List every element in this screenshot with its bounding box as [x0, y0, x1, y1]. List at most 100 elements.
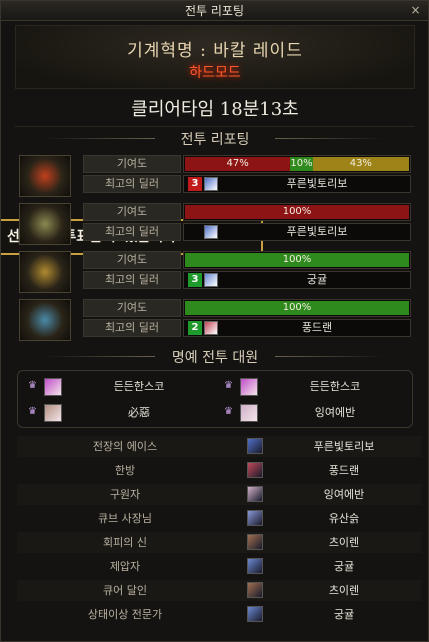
dealer-rank-badge: 3 [188, 177, 202, 191]
section-title-report: 전투 리포팅 [15, 129, 415, 148]
award-title: 상태이상 전문가 [87, 608, 163, 621]
award-title: 한방 [114, 464, 136, 477]
crown-icon: ♛ [28, 380, 37, 391]
battle-report-window: 전투 리포팅 × 기계혁명 : 바칼 레이드 하드모드 클리어타임 18분13초… [0, 0, 429, 642]
award-player-name: 풍드랜 [328, 464, 360, 477]
contribution-segment: 100% [185, 253, 409, 267]
best-dealer-box: 푸른빛토리보 [183, 223, 411, 241]
dealer-name: 궁귤 [306, 273, 328, 286]
award-title: 전장의 에이스 [92, 440, 158, 453]
contribution-bar: 100% [183, 251, 411, 269]
contribution-segment: 10% [290, 157, 313, 171]
contribution-bar: 100% [183, 203, 411, 221]
contribution-segment: 100% [185, 205, 409, 219]
award-avatar [247, 606, 263, 622]
dealer-rank-badge: 2 [188, 321, 202, 335]
award-avatar [247, 510, 263, 526]
section-title-honor: 명예 전투 대원 [15, 347, 415, 366]
best-dealer-box: 2 풍드랜 [183, 319, 411, 337]
honor-member-name: 잉여에반 [314, 406, 356, 419]
award-player-name: 유산슭 [328, 512, 360, 525]
award-avatar [247, 582, 263, 598]
best-dealer-box: 3 궁귤 [183, 271, 411, 289]
award-player-name: 궁귤 [333, 608, 355, 621]
award-avatar [247, 558, 263, 574]
honor-avatar [44, 404, 62, 422]
best-dealer-label: 최고의 딜러 [83, 271, 181, 289]
award-avatar [247, 438, 263, 454]
award-player-name: 잉여에반 [323, 488, 365, 501]
honor-member-name: 든든한스코 [113, 380, 165, 393]
window-title-bar: 전투 리포팅 × [1, 1, 428, 21]
crown-icon: ♛ [28, 406, 37, 417]
honor-member[interactable]: ♛ 잉여에반 [218, 401, 412, 425]
honor-panel: ♛ 든든한스코 ♛ 든든한스코 ♛ 必惡 ♛ 잉여에반 [17, 370, 413, 428]
award-row: 상태이상 전문가 궁귤 [17, 604, 421, 625]
best-dealer-label: 최고의 딜러 [83, 319, 181, 337]
contribution-bar: 47% 10% 43% [183, 155, 411, 173]
award-row: 회피의 신 츠이렌 [17, 532, 421, 553]
contribution-label: 기여도 [83, 155, 181, 173]
award-avatar [247, 534, 263, 550]
dealer-avatar [204, 177, 218, 191]
crown-icon: ♛ [224, 380, 233, 391]
best-dealer-label: 최고의 딜러 [83, 223, 181, 241]
award-title: 큐어 달인 [103, 584, 147, 597]
crown-icon: ♛ [224, 406, 233, 417]
clear-time: 클리어타임 18분13초 [15, 93, 415, 127]
party-boss-icon [19, 203, 71, 245]
contribution-label: 기여도 [83, 203, 181, 221]
best-dealer-box: 3 푸른빛토리보 [183, 175, 411, 193]
dealer-name: 푸른빛토리보 [286, 225, 348, 238]
award-player-name: 푸른빛토리보 [313, 440, 375, 453]
award-player-name: 츠이렌 [328, 536, 360, 549]
award-player-name: 츠이렌 [328, 584, 360, 597]
honor-member-name: 必惡 [128, 406, 150, 419]
award-row: 큐브 사장님 유산슭 [17, 508, 421, 529]
contribution-label: 기여도 [83, 299, 181, 317]
contribution-segment: 43% [312, 157, 409, 171]
contribution-segment: 47% [185, 157, 291, 171]
award-row: 한방 풍드랜 [17, 460, 421, 481]
honor-member[interactable]: ♛ 必惡 [22, 401, 216, 425]
raid-header: 기계혁명 : 바칼 레이드 하드모드 [15, 25, 415, 89]
award-row: 제압자 궁귤 [17, 556, 421, 577]
dealer-avatar [204, 273, 218, 287]
raid-name: 기계혁명 : 바칼 레이드 [127, 41, 303, 61]
party-row[interactable]: 기여도최고의 딜러 100% 3 궁귤 [17, 251, 413, 293]
contribution-label: 기여도 [83, 251, 181, 269]
party-boss-icon [19, 299, 71, 341]
window-title: 전투 리포팅 [184, 4, 244, 18]
award-player-name: 궁귤 [333, 560, 355, 573]
dealer-name: 풍드랜 [301, 321, 333, 334]
honor-avatar [44, 378, 62, 396]
honor-member[interactable]: ♛ 든든한스코 [218, 375, 412, 399]
award-row: 전장의 에이스 푸른빛토리보 [17, 436, 421, 457]
honor-avatar [240, 378, 258, 396]
award-row: 구원자 잉여에반 [17, 484, 421, 505]
party-boss-icon [19, 155, 71, 197]
award-title: 구원자 [109, 488, 141, 501]
difficulty-label: 하드모드 [189, 65, 241, 81]
award-title: 큐브 사장님 [97, 512, 153, 525]
honor-member-name: 든든한스코 [309, 380, 361, 393]
award-row: 큐어 달인 츠이렌 [17, 580, 421, 601]
contribution-bar: 100% [183, 299, 411, 317]
party-row[interactable]: 기여도최고의 딜러 100% 2 풍드랜 [17, 299, 413, 341]
dealer-avatar [204, 321, 218, 335]
award-title: 회피의 신 [103, 536, 147, 549]
contribution-segment: 100% [185, 301, 409, 315]
party-row[interactable]: 기여도최고의 딜러 100% 푸른빛토리보 [17, 203, 413, 245]
awards-list: 전장의 에이스 푸른빛토리보 한방 풍드랜 구원자 잉여에반 큐브 사장님 유산슭 회피의 신츠… [17, 436, 421, 632]
dealer-avatar [204, 225, 218, 239]
award-avatar [247, 462, 263, 478]
award-avatar [247, 486, 263, 502]
honor-avatar [240, 404, 258, 422]
party-boss-icon [19, 251, 71, 293]
best-dealer-label: 최고의 딜러 [83, 175, 181, 193]
party-row[interactable]: 기여도 최고의 딜러 47% 10% 43% 3 푸른빛토리보 [17, 155, 413, 197]
honor-member[interactable]: ♛ 든든한스코 [22, 375, 216, 399]
close-icon[interactable]: × [409, 4, 422, 17]
dealer-rank-badge: 3 [188, 273, 202, 287]
dealer-name: 푸른빛토리보 [286, 177, 348, 190]
